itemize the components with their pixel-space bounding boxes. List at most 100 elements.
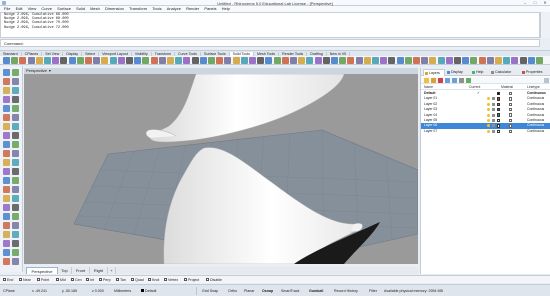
layer-color-swatch[interactable] bbox=[497, 129, 501, 134]
layer-color-swatch[interactable] bbox=[497, 91, 501, 96]
curve-icon[interactable] bbox=[3, 231, 10, 238]
split-icon[interactable] bbox=[109, 57, 117, 64]
toggle-record-history[interactable]: Record History bbox=[334, 288, 358, 294]
join-icon[interactable] bbox=[101, 57, 109, 64]
layer-row[interactable]: Layer 04 Continuous bbox=[421, 113, 550, 118]
osnap-near[interactable]: Near bbox=[19, 277, 31, 283]
sphere-icon[interactable] bbox=[404, 57, 412, 64]
extrude-icon[interactable] bbox=[298, 57, 306, 64]
tab-perspective[interactable]: Perspective bbox=[26, 267, 58, 274]
layer-color-swatch[interactable] bbox=[497, 108, 501, 112]
surface-icon[interactable] bbox=[3, 105, 10, 112]
lock-icon[interactable] bbox=[492, 102, 495, 106]
layer-color-swatch[interactable] bbox=[497, 124, 501, 128]
curve-icon[interactable] bbox=[3, 87, 10, 94]
box-icon[interactable] bbox=[265, 57, 273, 64]
circle-icon[interactable] bbox=[12, 231, 19, 238]
layer-material-swatch[interactable] bbox=[509, 124, 513, 128]
solid-icon[interactable] bbox=[12, 105, 19, 112]
solid-icon[interactable] bbox=[12, 249, 19, 256]
shell-icon[interactable] bbox=[339, 57, 347, 64]
line-icon[interactable] bbox=[3, 78, 10, 85]
box-icon[interactable] bbox=[134, 57, 142, 64]
text-icon[interactable] bbox=[3, 132, 10, 139]
transform-icon[interactable] bbox=[12, 258, 19, 265]
visibility-bulb-icon[interactable] bbox=[487, 119, 490, 122]
cylinder-icon[interactable] bbox=[150, 57, 158, 64]
boolean-difference-icon[interactable] bbox=[445, 57, 453, 64]
rectangle-icon[interactable] bbox=[12, 96, 19, 103]
shell-icon[interactable] bbox=[470, 57, 478, 64]
toggle-ortho[interactable]: Ortho bbox=[228, 288, 237, 294]
array-icon[interactable] bbox=[3, 123, 10, 130]
extrude-icon[interactable] bbox=[35, 57, 43, 64]
toggle-smarttrack[interactable]: SmartTrack bbox=[281, 288, 299, 294]
boolean-intersection-icon[interactable] bbox=[454, 57, 461, 64]
boolean-union-icon[interactable] bbox=[306, 57, 314, 64]
visibility-bulb-icon[interactable] bbox=[487, 129, 490, 133]
osnap-cen[interactable]: Cen bbox=[71, 277, 82, 283]
line-icon[interactable] bbox=[3, 222, 10, 229]
column-current[interactable]: Current bbox=[469, 85, 480, 90]
visibility-bulb-icon[interactable] bbox=[487, 102, 490, 106]
boolean-intersection-icon[interactable] bbox=[191, 57, 199, 64]
layer-material-swatch[interactable] bbox=[509, 97, 513, 101]
layer-row[interactable]: Layer 03 Continuous bbox=[421, 107, 550, 112]
fillet-edge-icon[interactable] bbox=[331, 57, 338, 64]
lock-icon[interactable] bbox=[492, 97, 495, 101]
chamfer-icon[interactable] bbox=[519, 57, 527, 64]
boolean-difference-icon[interactable] bbox=[183, 57, 191, 64]
boolean-intersection-icon[interactable] bbox=[60, 57, 68, 64]
offset-icon[interactable] bbox=[380, 57, 388, 64]
history-scrollbar[interactable] bbox=[540, 12, 550, 38]
perspective-viewport[interactable] bbox=[24, 74, 418, 264]
box-icon[interactable] bbox=[396, 57, 404, 64]
move-down-icon[interactable] bbox=[452, 78, 457, 83]
osnap-tan[interactable]: Tan bbox=[116, 277, 126, 283]
tab-calculator[interactable]: Calculator bbox=[490, 69, 520, 76]
cone-icon[interactable] bbox=[421, 57, 429, 64]
rectangle-icon[interactable] bbox=[12, 168, 19, 175]
box-icon[interactable] bbox=[527, 57, 535, 64]
tools-icon[interactable] bbox=[466, 78, 471, 83]
array-icon[interactable] bbox=[3, 195, 10, 202]
boolean-difference-icon[interactable] bbox=[314, 57, 322, 64]
toggle-gumball[interactable]: Gumball bbox=[309, 288, 323, 294]
point-icon[interactable] bbox=[12, 213, 19, 220]
split-icon[interactable] bbox=[240, 57, 248, 64]
delete-layer-icon[interactable] bbox=[438, 78, 443, 83]
point-icon[interactable] bbox=[12, 141, 19, 148]
line-icon[interactable] bbox=[3, 150, 10, 157]
fillet-edge-icon[interactable] bbox=[462, 57, 470, 64]
tab-properties[interactable]: Properties bbox=[521, 69, 550, 76]
visibility-bulb-icon[interactable] bbox=[487, 124, 490, 128]
chamfer-icon[interactable] bbox=[388, 57, 396, 64]
select-icon[interactable] bbox=[3, 141, 10, 148]
polyline-icon[interactable] bbox=[12, 222, 19, 229]
explode-icon[interactable] bbox=[93, 57, 101, 64]
arc-icon[interactable] bbox=[3, 168, 10, 175]
new-layer-icon[interactable] bbox=[424, 78, 429, 83]
surface-icon[interactable] bbox=[3, 249, 10, 256]
chamfer-icon[interactable] bbox=[257, 57, 265, 64]
cylinder-icon[interactable] bbox=[413, 57, 420, 64]
sphere-icon[interactable] bbox=[536, 57, 543, 64]
layer-row[interactable]: Layer 06 Continuous bbox=[421, 123, 550, 129]
osnap-disable[interactable]: Disable bbox=[206, 277, 222, 283]
shell-icon[interactable] bbox=[76, 57, 84, 64]
circle-icon[interactable] bbox=[12, 159, 19, 166]
lock-icon[interactable] bbox=[492, 108, 495, 112]
join-icon[interactable] bbox=[363, 57, 371, 64]
layer-material-swatch[interactable] bbox=[509, 118, 513, 123]
add-viewport-tab-button[interactable]: + bbox=[108, 267, 116, 274]
tab-layers[interactable]: Layers bbox=[423, 69, 445, 76]
shell-icon[interactable] bbox=[208, 57, 215, 64]
layer-material-swatch[interactable] bbox=[509, 91, 513, 96]
text-icon[interactable] bbox=[3, 204, 10, 211]
lock-icon[interactable] bbox=[492, 124, 495, 128]
tab-help[interactable]: Help bbox=[471, 69, 489, 76]
osnap-point[interactable]: Point bbox=[37, 277, 49, 283]
surface-icon[interactable] bbox=[3, 177, 10, 184]
cylinder-icon[interactable] bbox=[19, 57, 27, 64]
visibility-bulb-icon[interactable] bbox=[487, 97, 490, 101]
